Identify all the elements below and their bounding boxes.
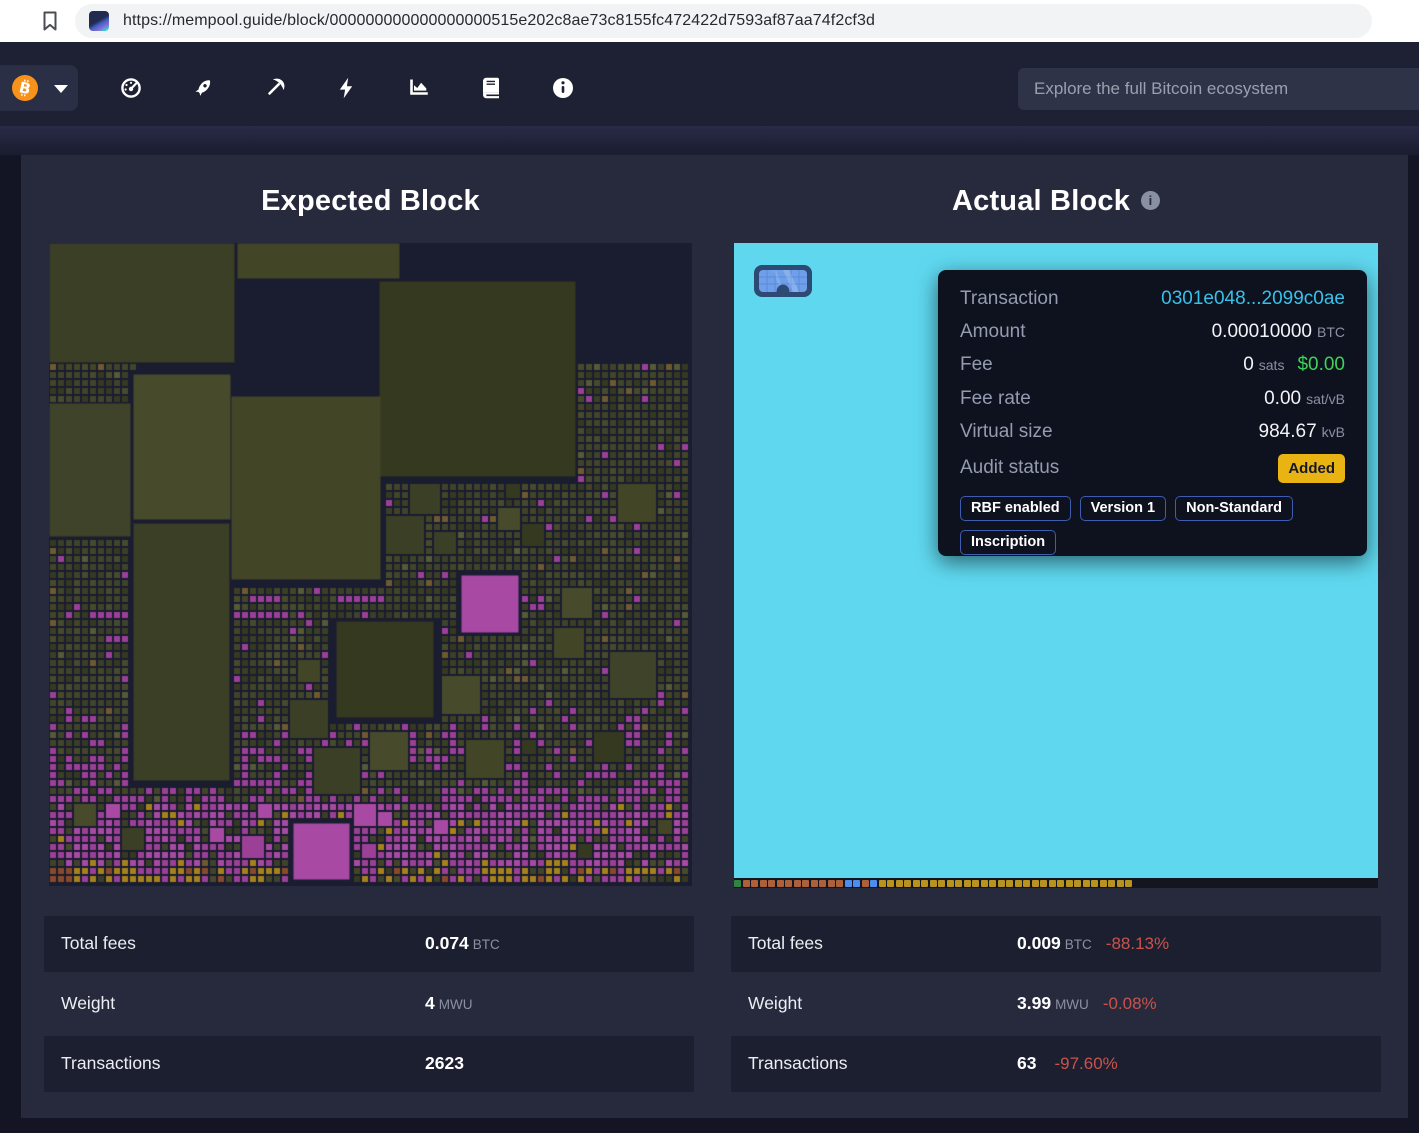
flag-badge: RBF enabled [960,495,1071,521]
site-favicon [89,11,109,31]
amount-value: 0.00010000 BTC [1211,320,1345,342]
flag-badge: Inscription [960,529,1057,555]
table-row: Weight 4 MWU [61,993,473,1013]
lightning-bolt-icon[interactable] [335,76,359,100]
actual-stats-table: Total fees 0.009 BTC -88.13% Weight 3.99 MW… [731,916,1381,1096]
navbar: B [0,42,1419,126]
actual-block-tx-strip[interactable] [734,878,1378,888]
subnav-gradient [0,126,1419,155]
table-row: Total fees 0.074 BTC [44,916,694,972]
bitcoin-network-dropdown[interactable]: B [0,65,78,111]
chart-area-icon[interactable] [407,76,431,100]
stat-label: Transactions [748,1053,848,1073]
url-text: https://mempool.guide/block/000000000000… [123,12,875,29]
stat-label: Weight [61,993,116,1013]
tooltip-label: Fee rate [960,387,1031,409]
table-row: Transactions 63 -97.60% [731,1036,1381,1092]
chevron-down-icon [54,85,68,93]
info-icon[interactable]: i [1141,191,1161,210]
block-audit-card: Expected Block Actual Block i Transaction… [21,155,1408,1118]
expected-block-title: Expected Block [261,185,480,217]
tooltip-label: Amount [960,320,1026,342]
stat-label: Total fees [61,933,136,953]
bitcoin-logo-icon: B [12,75,38,101]
rocket-icon[interactable] [191,76,215,100]
fee-usd: $0.00 [1297,354,1345,375]
tooltip-label: Transaction [960,288,1059,309]
table-row: Weight 3.99 MWU -0.08% [748,993,1157,1013]
info-circle-icon[interactable] [551,76,575,100]
transaction-tooltip: Transaction 0301e048...2099c0ae Amount 0… [938,270,1367,556]
docs-book-icon[interactable] [479,76,503,100]
delta-percent: -0.08% [1102,994,1157,1013]
stat-label: Weight [748,993,803,1013]
audit-status-badge: Added [1278,453,1345,483]
dashboard-gauge-icon[interactable] [119,76,143,100]
fee-rate-value: 0.00 sat/vB [1264,387,1345,409]
stat-label: Total fees [748,933,823,953]
delta-percent: -97.60% [1054,1054,1118,1073]
actual-block-title: Actual Block i [734,185,1378,227]
goggles-inscription-icon [754,265,812,297]
delta-percent: -88.13% [1105,934,1170,953]
transaction-id-link[interactable]: 0301e048...2099c0ae [1161,287,1345,310]
table-row: Total fees 0.009 BTC -88.13% [731,916,1381,972]
nav-icons [119,76,575,100]
page: https://mempool.guide/block/000000000000… [0,0,1419,1133]
mining-pick-icon[interactable] [263,76,287,100]
flag-badge: Non-Standard [1175,495,1293,521]
expected-stats-table: Total fees 0.074 BTC Weight 4 MWU Transact… [44,916,694,1096]
tooltip-label: Audit status [960,456,1060,478]
search-input[interactable] [1018,68,1419,110]
browser-bar: https://mempool.guide/block/000000000000… [0,0,1419,42]
transaction-flags: RBF enabled Version 1 Non-Standard Inscr… [960,495,1345,555]
tooltip-label: Virtual size [960,421,1053,442]
bookmark-icon[interactable] [38,9,62,33]
fee-value: 0 sats $0.00 [1243,354,1345,375]
expected-treemap-canvas[interactable] [49,243,692,886]
address-bar[interactable]: https://mempool.guide/block/000000000000… [75,4,1372,38]
flag-badge: Version 1 [1079,495,1167,521]
tooltip-label: Fee [960,354,993,375]
stat-label: Transactions [61,1053,161,1073]
search-box [1018,68,1419,110]
table-row: Transactions 2623 [44,1036,694,1092]
virtual-size-value: 984.67 kvB [1258,421,1345,442]
